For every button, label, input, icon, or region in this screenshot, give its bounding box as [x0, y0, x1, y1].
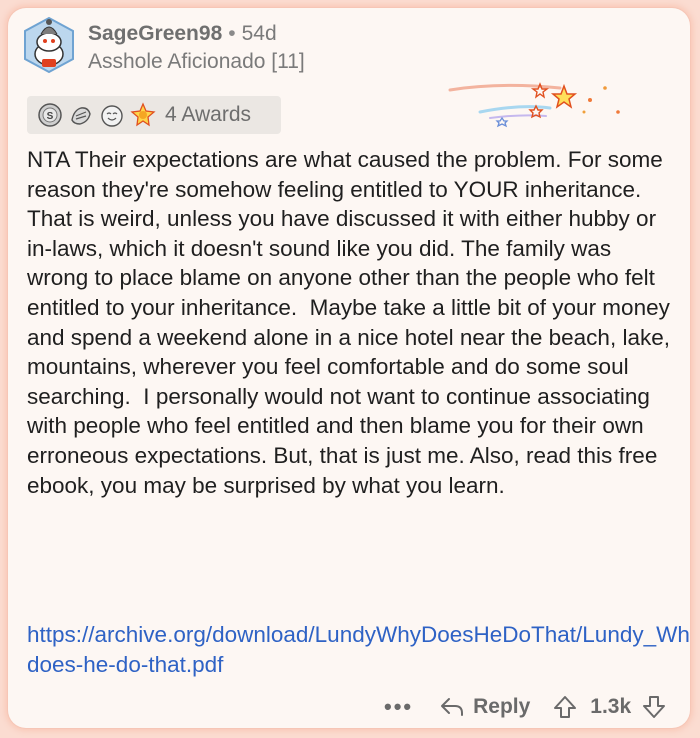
- starstruck-award-icon: [130, 102, 156, 127]
- comment-age: 54d: [241, 22, 277, 45]
- awards-count-label: 4 Awards: [165, 103, 251, 126]
- silver-award-icon: S: [38, 103, 62, 127]
- comment-body: NTA Their expectations are what caused t…: [27, 147, 677, 498]
- username-text[interactable]: SageGreen98: [88, 22, 222, 45]
- wholesome-face-award-icon: [101, 105, 123, 127]
- username[interactable]: SageGreen98 • 54d: [88, 22, 277, 46]
- reply-arrow-icon: [441, 698, 464, 716]
- more-options-button[interactable]: •••: [384, 694, 413, 720]
- comment-actions: ••• Reply 1.3k: [378, 690, 688, 724]
- awards-confetti-decoration: [448, 82, 620, 128]
- svg-text:S: S: [47, 111, 54, 122]
- reply-button[interactable]: Reply: [439, 695, 530, 719]
- ebook-link[interactable]: https://archive.org/download/LundyWhyDoe…: [27, 620, 690, 679]
- user-avatar-icon[interactable]: [20, 14, 78, 76]
- helpful-hand-award-icon: [71, 107, 91, 125]
- downvote-arrow-icon[interactable]: [641, 694, 667, 720]
- comment-card: SageGreen98 • 54d Asshole Aficionado [11] …: [8, 8, 690, 728]
- meta-separator: •: [228, 22, 236, 45]
- vote-controls: 1.3k: [552, 694, 667, 720]
- reply-label: Reply: [473, 695, 531, 718]
- awards-bar[interactable]: S 4 Awards: [27, 96, 281, 134]
- vote-count: 1.3k: [590, 695, 632, 718]
- user-flair: Asshole Aficionado [11]: [88, 50, 305, 73]
- upvote-arrow-icon[interactable]: [552, 694, 578, 720]
